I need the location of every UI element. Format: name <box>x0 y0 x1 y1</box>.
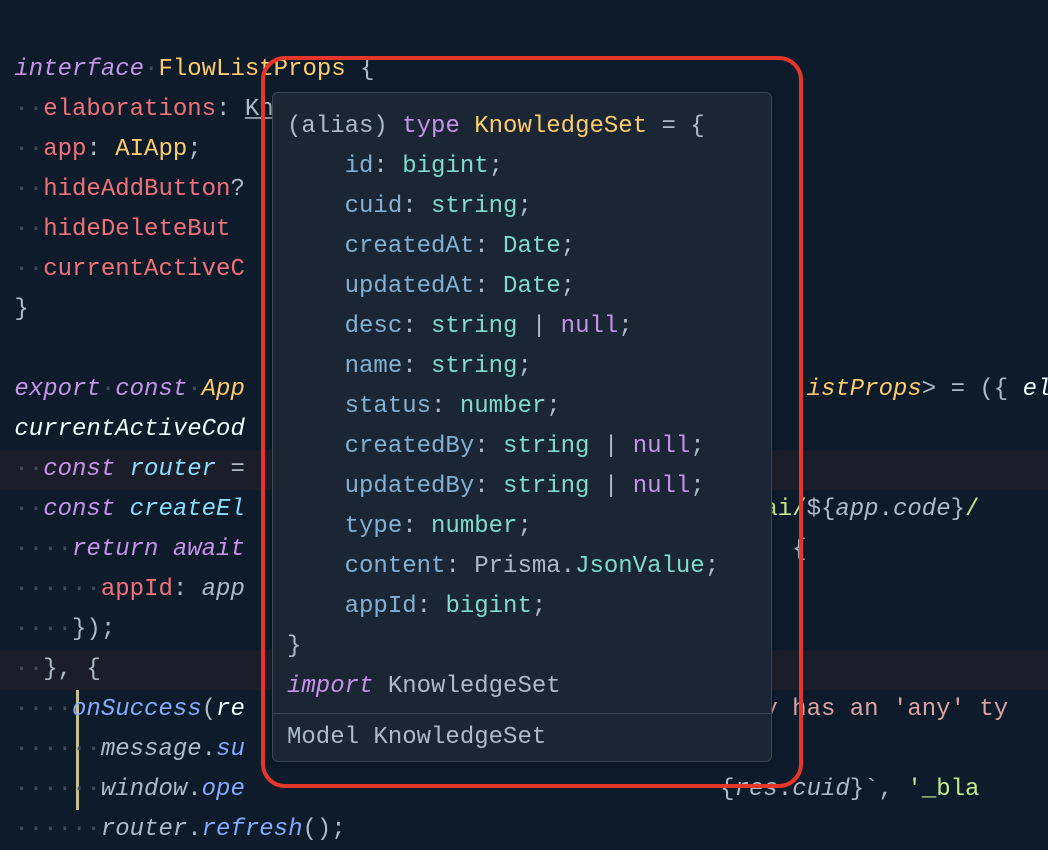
code-line[interactable]: ······appId: app <box>0 576 245 603</box>
code-line[interactable]: ··hideDeleteBut <box>0 216 230 243</box>
code-line[interactable]: ······window.ope {res.cuid}`, '_bla <box>0 776 979 803</box>
code-line[interactable]: ··app: AIApp; <box>0 136 202 163</box>
code-line[interactable]: ··const router = <box>0 456 245 483</box>
code-line[interactable]: interface·FlowListProps { <box>0 56 374 83</box>
code-line[interactable]: ······router.refresh(); <box>0 816 346 843</box>
code-line[interactable]: currentActiveCod <box>0 416 245 443</box>
code-line[interactable]: } <box>0 296 29 323</box>
code-line[interactable] <box>0 336 14 363</box>
code-line[interactable]: ··hideAddButton? <box>0 176 245 203</box>
code-line[interactable]: ······message.su <box>0 736 245 763</box>
tooltip-doc: Model KnowledgeSet <box>273 713 771 761</box>
code-line[interactable]: ····}); <box>0 616 115 643</box>
tooltip-body: (alias) type KnowledgeSet = { id: bigint… <box>273 93 771 713</box>
code-line[interactable]: ··}, { <box>0 656 101 683</box>
hover-tooltip[interactable]: (alias) type KnowledgeSet = { id: bigint… <box>272 92 772 762</box>
code-line[interactable]: ··currentActiveC <box>0 256 245 283</box>
